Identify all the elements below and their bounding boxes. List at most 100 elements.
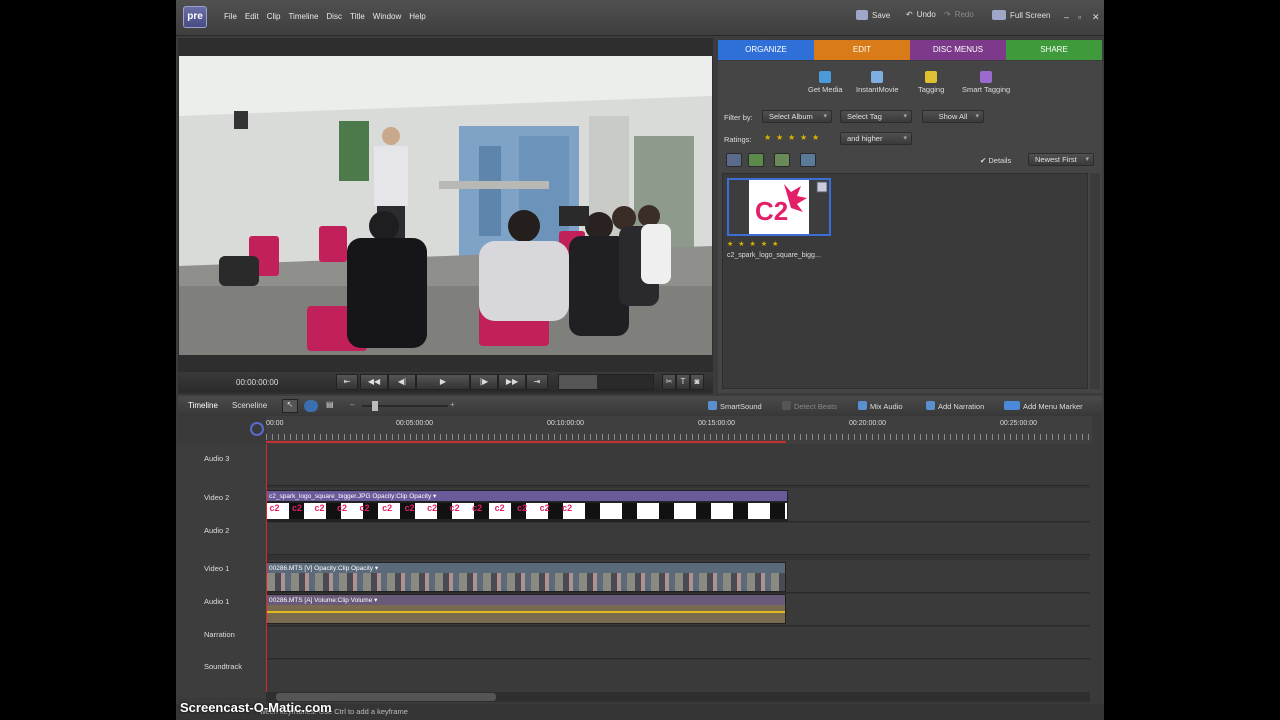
mix-audio-label: Mix Audio [870,402,903,411]
mix-audio-button[interactable]: Mix Audio [858,401,903,411]
media-stars[interactable]: ★★★★★ [727,240,783,248]
organizer-scrollbar[interactable] [1090,173,1100,389]
markers-icon[interactable]: ▤ [326,400,334,409]
detect-beats-button[interactable]: Detect Beats [782,401,837,411]
details-checkbox[interactable]: ✔ Details [980,156,1011,165]
play-button[interactable]: ▶ [416,374,470,390]
video-preview[interactable] [179,56,712,355]
thumb-text: C2 [755,196,788,226]
tagging-label: Tagging [918,85,945,94]
lane-audio3[interactable] [266,444,1090,486]
task-tabs: ORGANIZE EDIT DISC MENUS SHARE [718,40,1102,60]
media-grid: C2 ★★★★★ c2_spark_logo_square_bigg... [722,173,1088,389]
add-text-button[interactable]: T [676,374,690,390]
menu-help[interactable]: Help [409,12,425,21]
menu-timeline[interactable]: Timeline [288,12,318,21]
smartsound-icon [708,401,717,410]
tagging-button[interactable]: Tagging [918,71,944,94]
properties-icon[interactable] [304,400,318,412]
full-screen-button[interactable]: Full Screen [992,10,1050,20]
undo-button[interactable]: ↶ Undo [906,10,936,19]
tab-organize[interactable]: ORGANIZE [718,40,814,60]
ratings-label: Ratings: [724,135,752,144]
instant-movie-icon [871,71,884,83]
tab-edit[interactable]: EDIT [814,40,910,60]
video1-clip-label: 00286.MTS [V] Opacity:Clip Opacity ▾ [269,565,379,572]
rating-star-4[interactable]: ★ [800,133,807,142]
restore-button[interactable]: ▫ [1078,12,1081,22]
rating-star-1[interactable]: ★ [764,133,771,142]
time-ruler[interactable]: 00:00 00:05:00:00 00:10:00:00 00:15:00:0… [250,416,1092,444]
rating-star-5[interactable]: ★ [812,133,819,142]
add-menu-marker-button[interactable]: Add Menu Marker [1004,401,1083,411]
detect-beats-label: Detect Beats [794,402,837,411]
menu-window[interactable]: Window [373,12,401,21]
playhead[interactable] [266,444,267,698]
freeze-frame-button[interactable]: ◙ [690,374,704,390]
details-label: Details [988,156,1012,165]
get-media-button[interactable]: Get Media [808,71,843,94]
timeline-scrollbar[interactable] [266,692,1090,702]
view-list-icon[interactable] [726,153,742,167]
volume-slider[interactable] [558,374,654,390]
tab-timeline[interactable]: Timeline [188,401,218,410]
show-all-button[interactable]: Show All [922,110,984,123]
save-button[interactable]: Save [856,10,890,20]
menu-title[interactable]: Title [350,12,365,21]
select-album-dropdown[interactable]: Select Album [762,110,832,123]
select-tag-dropdown[interactable]: Select Tag [840,110,912,123]
goto-end-button[interactable]: ⇥ [526,374,548,390]
import-icon[interactable] [748,153,764,167]
audio1-clip[interactable]: 00286.MTS [A] Volume:Clip Volume ▾ [266,594,786,624]
selection-tool-icon[interactable]: ↖ [282,399,298,413]
track-narration-label: Narration [204,630,235,639]
rating-star-3[interactable]: ★ [788,133,795,142]
lane-soundtrack[interactable] [266,660,1090,696]
instant-movie-button[interactable]: InstantMovie [856,71,899,94]
rating-filter-dropdown[interactable]: and higher [840,132,912,145]
goto-start-button[interactable]: ⇤ [336,374,358,390]
menu-file[interactable]: File [224,12,237,21]
playhead-handle[interactable] [250,422,264,436]
close-button[interactable]: ✕ [1092,12,1100,23]
step-back-button[interactable]: ◀| [388,374,416,390]
grid-view-icon[interactable] [800,153,816,167]
volume-line[interactable] [267,611,785,613]
fast-forward-button[interactable]: ▶▶ [498,374,526,390]
menu-marker-icon [1004,401,1020,410]
smart-tagging-button[interactable]: Smart Tagging [962,71,1010,94]
video1-clip[interactable]: 00286.MTS [V] Opacity:Clip Opacity ▾ [266,562,786,592]
menu-disc[interactable]: Disc [326,12,342,21]
menu-edit[interactable]: Edit [245,12,259,21]
export-icon[interactable] [774,153,790,167]
menu-clip[interactable]: Clip [267,12,281,21]
smartsound-button[interactable]: SmartSound [708,401,762,411]
timecode-display: 00:00:00:00 [236,378,279,387]
redo-button[interactable]: ↷ Redo [944,10,974,19]
minimize-button[interactable]: – [1064,12,1069,22]
lane-narration[interactable] [266,627,1090,659]
rewind-button[interactable]: ◀◀ [360,374,388,390]
track-video2-label: Video 2 [204,493,230,502]
track-audio2-label: Audio 2 [204,526,230,535]
tab-disc-menus[interactable]: DISC MENUS [910,40,1006,60]
zoom-in-icon[interactable]: + [450,400,455,409]
work-area-bar[interactable] [266,441,786,443]
add-narration-button[interactable]: Add Narration [926,401,984,411]
step-forward-button[interactable]: |▶ [470,374,498,390]
zoom-slider-handle[interactable] [372,401,378,411]
zoom-out-icon[interactable]: – [350,400,354,409]
full-screen-icon [992,10,1006,20]
video2-clip-label: c2_spark_logo_square_bigger.JPG Opacity:… [269,493,437,500]
premiere-elements-window: pre File Edit Clip Timeline Disc Title W… [176,0,1104,720]
sort-dropdown[interactable]: Newest First [1028,153,1094,166]
lane-audio2[interactable] [266,523,1090,555]
rating-star-2[interactable]: ★ [776,133,783,142]
split-clip-button[interactable]: ✂ [662,374,676,390]
mix-audio-icon [858,401,867,410]
media-thumbnail[interactable]: C2 [727,178,831,236]
track-headers: Audio 3 Video 2 Audio 2 Video 1 Audio 1 … [178,444,266,698]
video2-clip[interactable]: c2_spark_logo_square_bigger.JPG Opacity:… [266,490,788,522]
tab-sceneline[interactable]: Sceneline [232,401,267,410]
tab-share[interactable]: SHARE [1006,40,1102,60]
